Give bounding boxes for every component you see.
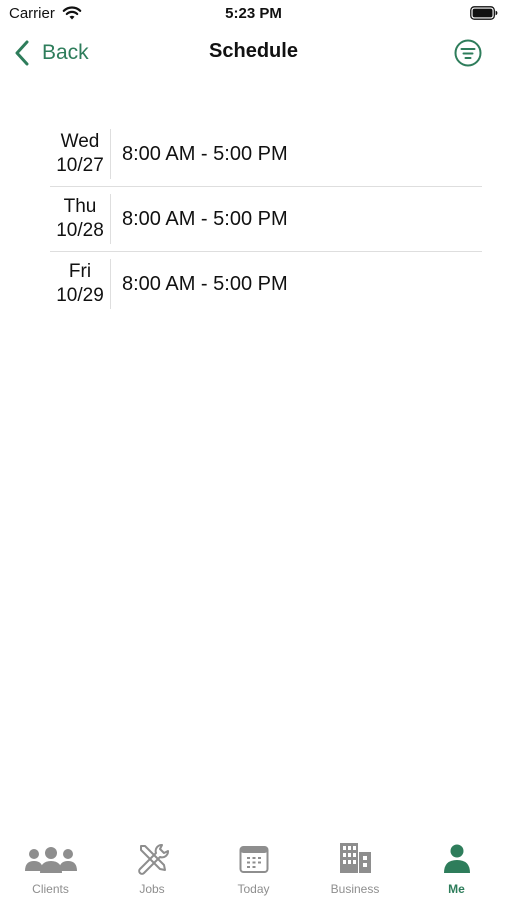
hours-label: 8:00 AM - 5:00 PM — [122, 207, 288, 230]
status-time: 5:23 PM — [225, 5, 282, 22]
people-icon — [24, 847, 77, 873]
battery-icon — [470, 6, 498, 20]
screen: Carrier 5:23 PM Back Schedule Wed 10/27 … — [0, 0, 507, 900]
page-title: Schedule — [209, 40, 298, 62]
weekday-label: Wed — [60, 131, 100, 152]
navigation-bar: Back Schedule — [0, 30, 507, 76]
schedule-row: Thu 10/28 8:00 AM - 5:00 PM — [50, 187, 482, 252]
tab-today[interactable]: Today — [203, 834, 304, 900]
calendar-icon — [239, 846, 268, 873]
day-cell: Thu 10/28 — [50, 194, 111, 244]
hours-label: 8:00 AM - 5:00 PM — [122, 272, 288, 295]
filter-icon[interactable] — [453, 38, 483, 68]
tab-label: Clients — [32, 882, 69, 896]
status-bar: Carrier 5:23 PM — [0, 0, 507, 28]
tab-label: Me — [448, 882, 465, 896]
day-cell: Fri 10/29 — [50, 259, 111, 309]
tab-label: Jobs — [139, 882, 165, 896]
weekday-label: Thu — [63, 196, 97, 217]
tab-label: Today — [237, 882, 270, 896]
person-icon — [443, 844, 470, 873]
date-label: 10/27 — [56, 155, 104, 176]
tab-bar: Clients Jobs Today Business Me — [0, 834, 507, 900]
date-label: 10/28 — [56, 220, 104, 241]
tab-business[interactable]: Business — [305, 834, 406, 900]
schedule-list: Wed 10/27 8:00 AM - 5:00 PM Thu 10/28 8:… — [50, 122, 482, 316]
tab-jobs[interactable]: Jobs — [102, 834, 203, 900]
tab-label: Business — [330, 882, 380, 896]
schedule-row: Wed 10/27 8:00 AM - 5:00 PM — [50, 122, 482, 187]
hours-label: 8:00 AM - 5:00 PM — [122, 142, 288, 165]
date-label: 10/29 — [56, 285, 104, 306]
tab-clients[interactable]: Clients — [0, 834, 101, 900]
tab-me[interactable]: Me — [406, 834, 507, 900]
schedule-row: Fri 10/29 8:00 AM - 5:00 PM — [50, 252, 482, 316]
building-icon — [340, 843, 371, 873]
tools-icon — [138, 844, 169, 875]
weekday-label: Fri — [68, 261, 92, 282]
day-cell: Wed 10/27 — [50, 129, 111, 179]
